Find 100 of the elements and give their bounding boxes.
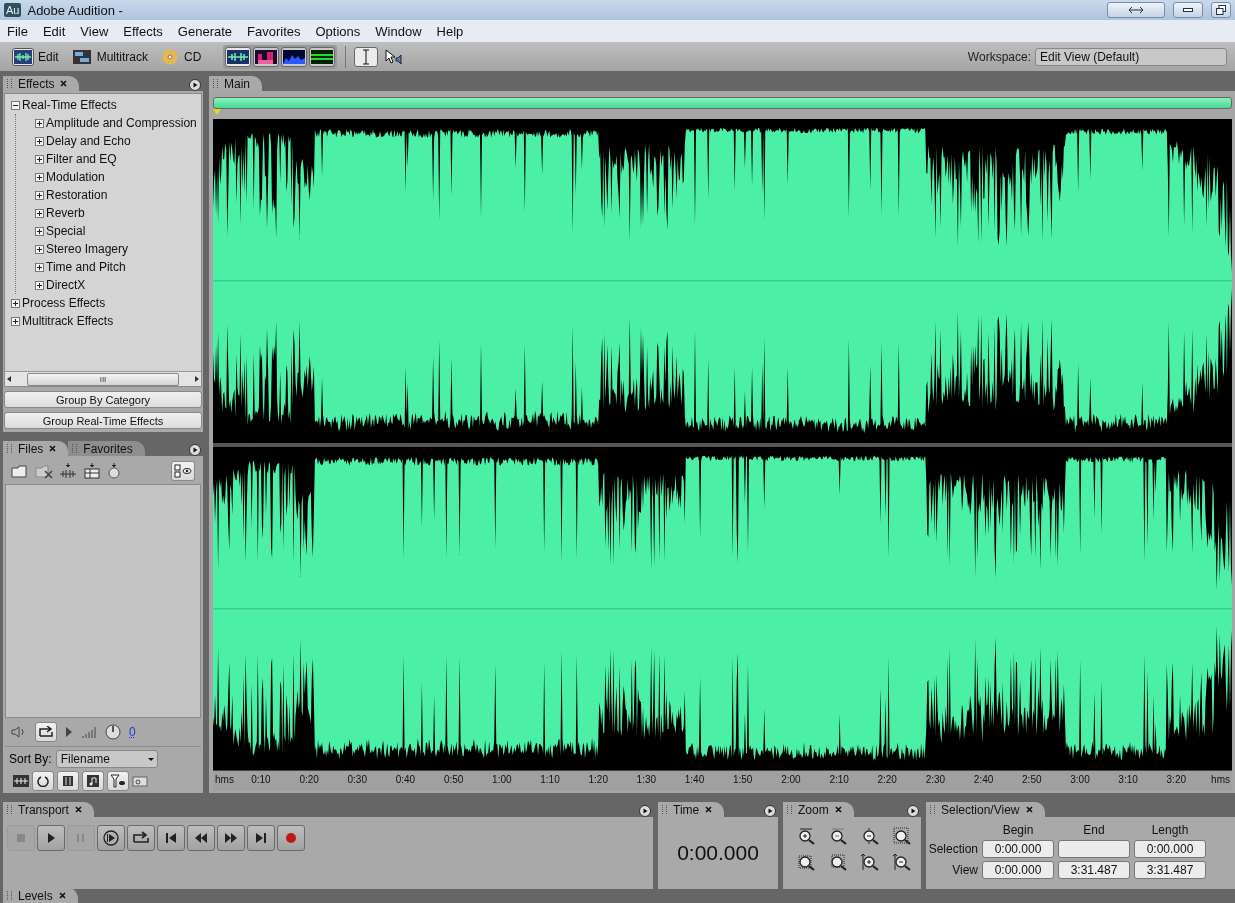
menu-item[interactable]: Help — [429, 23, 472, 39]
time-field[interactable]: 0:00.000 — [1134, 840, 1206, 858]
panel-tab[interactable]: Effects — [3, 76, 80, 91]
tree-item[interactable]: Reverb — [46, 206, 85, 220]
group-button[interactable]: Group By Category — [4, 391, 202, 408]
panel-menu-icon — [189, 444, 201, 456]
close-icon — [74, 806, 82, 813]
time-field[interactable]: 0:00.000 — [982, 840, 1054, 858]
ruler-label: 0:40 — [395, 774, 416, 785]
display-mode-button[interactable] — [281, 47, 308, 67]
sort-dropdown[interactable]: Filename — [55, 750, 158, 768]
disc-arrow-icon — [107, 463, 121, 479]
tree-item[interactable]: Real-Time Effects — [22, 98, 117, 112]
skip-forward-icon — [255, 832, 267, 844]
transport-button[interactable] — [187, 825, 215, 851]
menu-item[interactable]: File — [0, 23, 36, 39]
menu-item[interactable]: View — [73, 23, 117, 39]
display-mode-button[interactable] — [225, 47, 252, 67]
resize-button[interactable] — [1107, 2, 1165, 18]
scroll-left-icon — [5, 375, 13, 383]
view-button[interactable]: CD — [156, 46, 206, 68]
scrollbar-thumb[interactable]: III — [27, 372, 179, 386]
panel-tab[interactable]: Transport — [3, 802, 94, 817]
time-display: 0:00.000 — [676, 840, 760, 866]
video-filter-button[interactable] — [57, 771, 79, 791]
menu-item[interactable]: Edit — [35, 23, 74, 39]
panel-tab[interactable]: Files — [3, 441, 69, 456]
zoom-out-icon — [861, 827, 881, 845]
menu-item[interactable]: Window — [368, 23, 430, 39]
transport-button[interactable] — [247, 825, 275, 851]
transport-button[interactable] — [217, 825, 245, 851]
zoom-box-icon — [797, 853, 817, 871]
overview-bar[interactable] — [213, 97, 1232, 109]
panel-menu-icon — [639, 805, 651, 817]
tree-item[interactable]: Special — [46, 224, 86, 238]
view-button[interactable]: Edit — [8, 46, 63, 68]
ruler-label: 1:20 — [588, 774, 608, 785]
rewind-icon — [194, 832, 208, 844]
time-field[interactable] — [1058, 840, 1130, 858]
refresh-button[interactable] — [32, 771, 54, 791]
time-field[interactable]: 3:31.487 — [1134, 861, 1206, 879]
audio-filter-button[interactable] — [82, 771, 104, 791]
loop-button[interactable] — [35, 722, 57, 742]
show-hide-button[interactable] — [171, 461, 195, 481]
minimize-button[interactable] — [1173, 2, 1203, 18]
funnel-eye-icon — [110, 774, 126, 788]
transport-button[interactable] — [97, 825, 125, 851]
checklist-eye-icon — [174, 464, 192, 478]
tree-item[interactable]: Multitrack Effects — [22, 314, 114, 328]
skip-back-icon — [165, 832, 177, 844]
menu-item[interactable]: Options — [308, 23, 369, 39]
tree-item[interactable]: Process Effects — [22, 296, 106, 310]
tree-item[interactable]: Delay and Echo — [46, 134, 131, 148]
time-field[interactable]: 0:00.000 — [982, 861, 1054, 879]
panel-menu-icon — [189, 79, 201, 91]
sort-label: Sort By: — [9, 752, 52, 766]
view-button[interactable]: Multitrack — [66, 46, 153, 68]
tree-item[interactable]: Restoration — [46, 188, 108, 202]
waveform-view-icon — [227, 50, 250, 64]
restore-button[interactable] — [1211, 2, 1231, 18]
close-icon — [1025, 806, 1033, 813]
tree-item[interactable]: Stereo Imagery — [46, 242, 129, 256]
panel-tab[interactable]: Zoom — [783, 802, 854, 817]
workspace-dropdown[interactable]: Edit View (Default) — [1035, 48, 1227, 66]
play-circle-icon — [103, 830, 119, 846]
music-note-icon — [87, 775, 99, 787]
scroll-right-icon — [193, 375, 201, 383]
panel-tab[interactable]: Time — [658, 802, 725, 817]
close-icon — [60, 80, 68, 87]
ruler-label: hms — [215, 774, 234, 785]
zoom-in-icon — [797, 827, 817, 845]
marker-triangle-icon — [213, 109, 221, 115]
row-label: Selection — [928, 842, 978, 856]
app-icon: Au — [4, 3, 22, 17]
tree-item[interactable]: Amplitude and Compression — [46, 116, 197, 130]
tree-item[interactable]: DirectX — [46, 278, 86, 292]
display-mode-button[interactable] — [309, 47, 336, 67]
close-icon — [49, 445, 57, 452]
panel-tab[interactable]: Favorites — [68, 441, 145, 456]
tree-item[interactable]: Time and Pitch — [46, 260, 126, 274]
filter-button[interactable] — [107, 771, 129, 791]
panel-tab[interactable]: Selection/View — [926, 802, 1045, 817]
group-button[interactable]: Group Real-Time Effects — [4, 412, 202, 429]
transport-button[interactable] — [37, 825, 65, 851]
ruler-label: hms — [1211, 774, 1230, 785]
transport-button[interactable] — [157, 825, 185, 851]
time-ruler[interactable]: hms 0:10 0:20 0:30 0:40 0:50 1:00 1:10 1:20 1:30 1:40 1:50 2:00 2:10 2:20 2:30 2:40 2:50 3:00 3:10 3:20 hms — [213, 770, 1232, 791]
menu-item[interactable]: Favorites — [240, 23, 309, 39]
display-mode-button[interactable] — [253, 47, 280, 67]
menu-item[interactable]: Generate — [170, 23, 241, 39]
folder-icon — [11, 463, 29, 479]
transport-button[interactable] — [127, 825, 155, 851]
tree-item[interactable]: Modulation — [46, 170, 105, 184]
tree-item[interactable]: Filter and EQ — [46, 152, 117, 166]
menu-item[interactable]: Effects — [116, 23, 171, 39]
row-label: View — [951, 863, 978, 877]
ruler-label: 0:50 — [443, 774, 464, 785]
time-field[interactable]: 3:31.487 — [1058, 861, 1130, 879]
panel-tab[interactable]: Main — [209, 76, 262, 91]
panel-tab[interactable]: Levels — [3, 889, 78, 903]
